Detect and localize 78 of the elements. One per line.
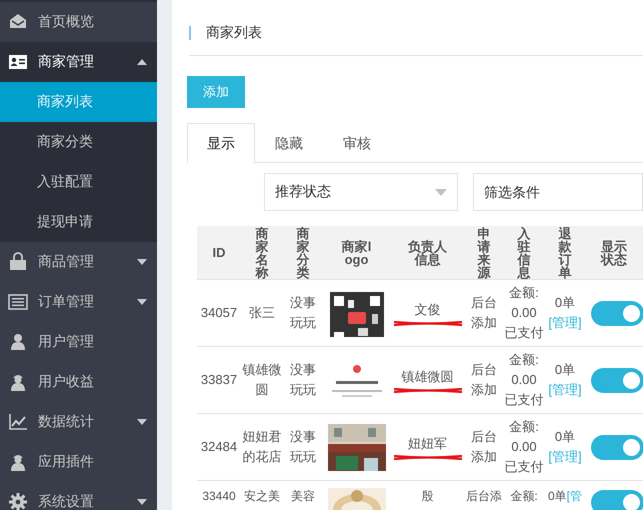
menu-item[interactable]: 订单管理 bbox=[0, 282, 157, 322]
contact-name: 文俊 bbox=[414, 300, 442, 318]
name-cell: 镇雄微圆 bbox=[241, 346, 283, 414]
menu-item[interactable]: 商品管理 bbox=[0, 242, 157, 282]
column-header: 退款订单 bbox=[545, 226, 585, 280]
amount-value: 0.00 bbox=[510, 371, 538, 389]
column-header: 申请来源 bbox=[465, 226, 503, 280]
category-cell: 美容 bbox=[283, 480, 323, 510]
user-icon bbox=[8, 332, 28, 352]
caret-up-icon bbox=[137, 59, 147, 65]
column-header: 负责人信息 bbox=[390, 226, 465, 280]
amount-label: 金额: bbox=[508, 351, 540, 369]
submenu-item[interactable]: 商家分类 bbox=[0, 122, 157, 162]
menu-item[interactable]: 数据统计 bbox=[0, 402, 157, 442]
filter-input[interactable]: 筛选条件 bbox=[473, 173, 643, 211]
source-cell: 后台添加 bbox=[465, 346, 503, 414]
caret-down-icon bbox=[435, 188, 447, 196]
payment-status: 已支付 bbox=[504, 391, 544, 409]
menu-item[interactable]: 首页概览 bbox=[0, 2, 157, 42]
toggle-switch[interactable] bbox=[591, 300, 643, 326]
user-icon bbox=[8, 372, 28, 392]
column-header: 显示状态 bbox=[585, 226, 643, 280]
column-header: 商家分类 bbox=[283, 226, 323, 280]
id-cell: 32484 bbox=[197, 414, 241, 480]
column-header: 商家logo bbox=[323, 226, 390, 280]
user-icon bbox=[8, 452, 28, 472]
name-cell: 张三 bbox=[241, 280, 283, 346]
order-count: 0单 bbox=[554, 428, 576, 446]
line-chart-icon bbox=[8, 412, 28, 432]
contact-name: 妞妞军 bbox=[407, 434, 448, 452]
column-header: 入驻信息 bbox=[503, 226, 545, 280]
caret-down-icon bbox=[137, 259, 147, 265]
source-cell: 后台添加 bbox=[465, 414, 503, 480]
name-cell: 安之美 bbox=[241, 480, 283, 510]
id-cell: 33440 bbox=[197, 480, 241, 510]
list-icon bbox=[8, 292, 28, 312]
tab[interactable]: 显示 bbox=[187, 123, 255, 163]
shopping-bag-icon bbox=[8, 252, 28, 272]
column-header: 商家名称 bbox=[241, 226, 283, 280]
source-cell: 后台添 bbox=[465, 480, 503, 510]
id-card-icon bbox=[8, 52, 28, 72]
toggle-switch[interactable] bbox=[591, 490, 643, 510]
status-select[interactable]: 推荐状态 bbox=[264, 173, 458, 211]
menu-item[interactable]: 用户收益 bbox=[0, 362, 157, 402]
id-cell: 34057 bbox=[197, 280, 241, 346]
menu-item[interactable]: 用户管理 bbox=[0, 322, 157, 362]
page-title: 商家列表 bbox=[206, 24, 262, 42]
column-header: ID bbox=[197, 226, 241, 280]
toggle-switch[interactable] bbox=[591, 368, 643, 392]
tab[interactable]: 审核 bbox=[323, 123, 391, 163]
category-cell: 没事玩玩 bbox=[283, 280, 323, 346]
order-count: 0单 bbox=[554, 361, 576, 379]
category-cell: 没事玩玩 bbox=[283, 346, 323, 414]
amount-label: 金额: bbox=[508, 418, 540, 436]
caret-down-icon bbox=[137, 499, 147, 505]
menu-item[interactable]: 系统设置 bbox=[0, 482, 157, 510]
payment-status: 已支付 bbox=[504, 458, 544, 476]
amount-label: 金额: bbox=[508, 284, 540, 302]
id-cell: 33837 bbox=[197, 346, 241, 414]
toggle-switch[interactable] bbox=[591, 434, 643, 460]
menu-item[interactable]: 商家管理 bbox=[0, 42, 157, 82]
caret-down-icon bbox=[137, 299, 147, 305]
tab[interactable]: 隐藏 bbox=[255, 123, 323, 163]
name-cell: 妞妞君的花店 bbox=[241, 414, 283, 480]
order-count: 0单 bbox=[548, 488, 567, 504]
menu-item[interactable]: 应用插件 bbox=[0, 442, 157, 482]
submenu-item[interactable]: 提现申请 bbox=[0, 202, 157, 242]
amount-label: 金额: bbox=[509, 488, 539, 504]
amount-value: 0.00 bbox=[510, 438, 538, 456]
category-cell: 没事玩玩 bbox=[283, 414, 323, 480]
order-count: 0单 bbox=[554, 294, 576, 312]
contact-name: 殷 bbox=[420, 488, 434, 504]
amount-value: 0.00 bbox=[510, 304, 538, 322]
payment-status: 已支付 bbox=[504, 324, 544, 342]
caret-down-icon bbox=[137, 419, 147, 425]
contact-name: 镇雄微圆 bbox=[400, 368, 454, 386]
submenu-item[interactable]: 入驻配置 bbox=[0, 162, 157, 202]
source-cell: 后台添加 bbox=[465, 280, 503, 346]
